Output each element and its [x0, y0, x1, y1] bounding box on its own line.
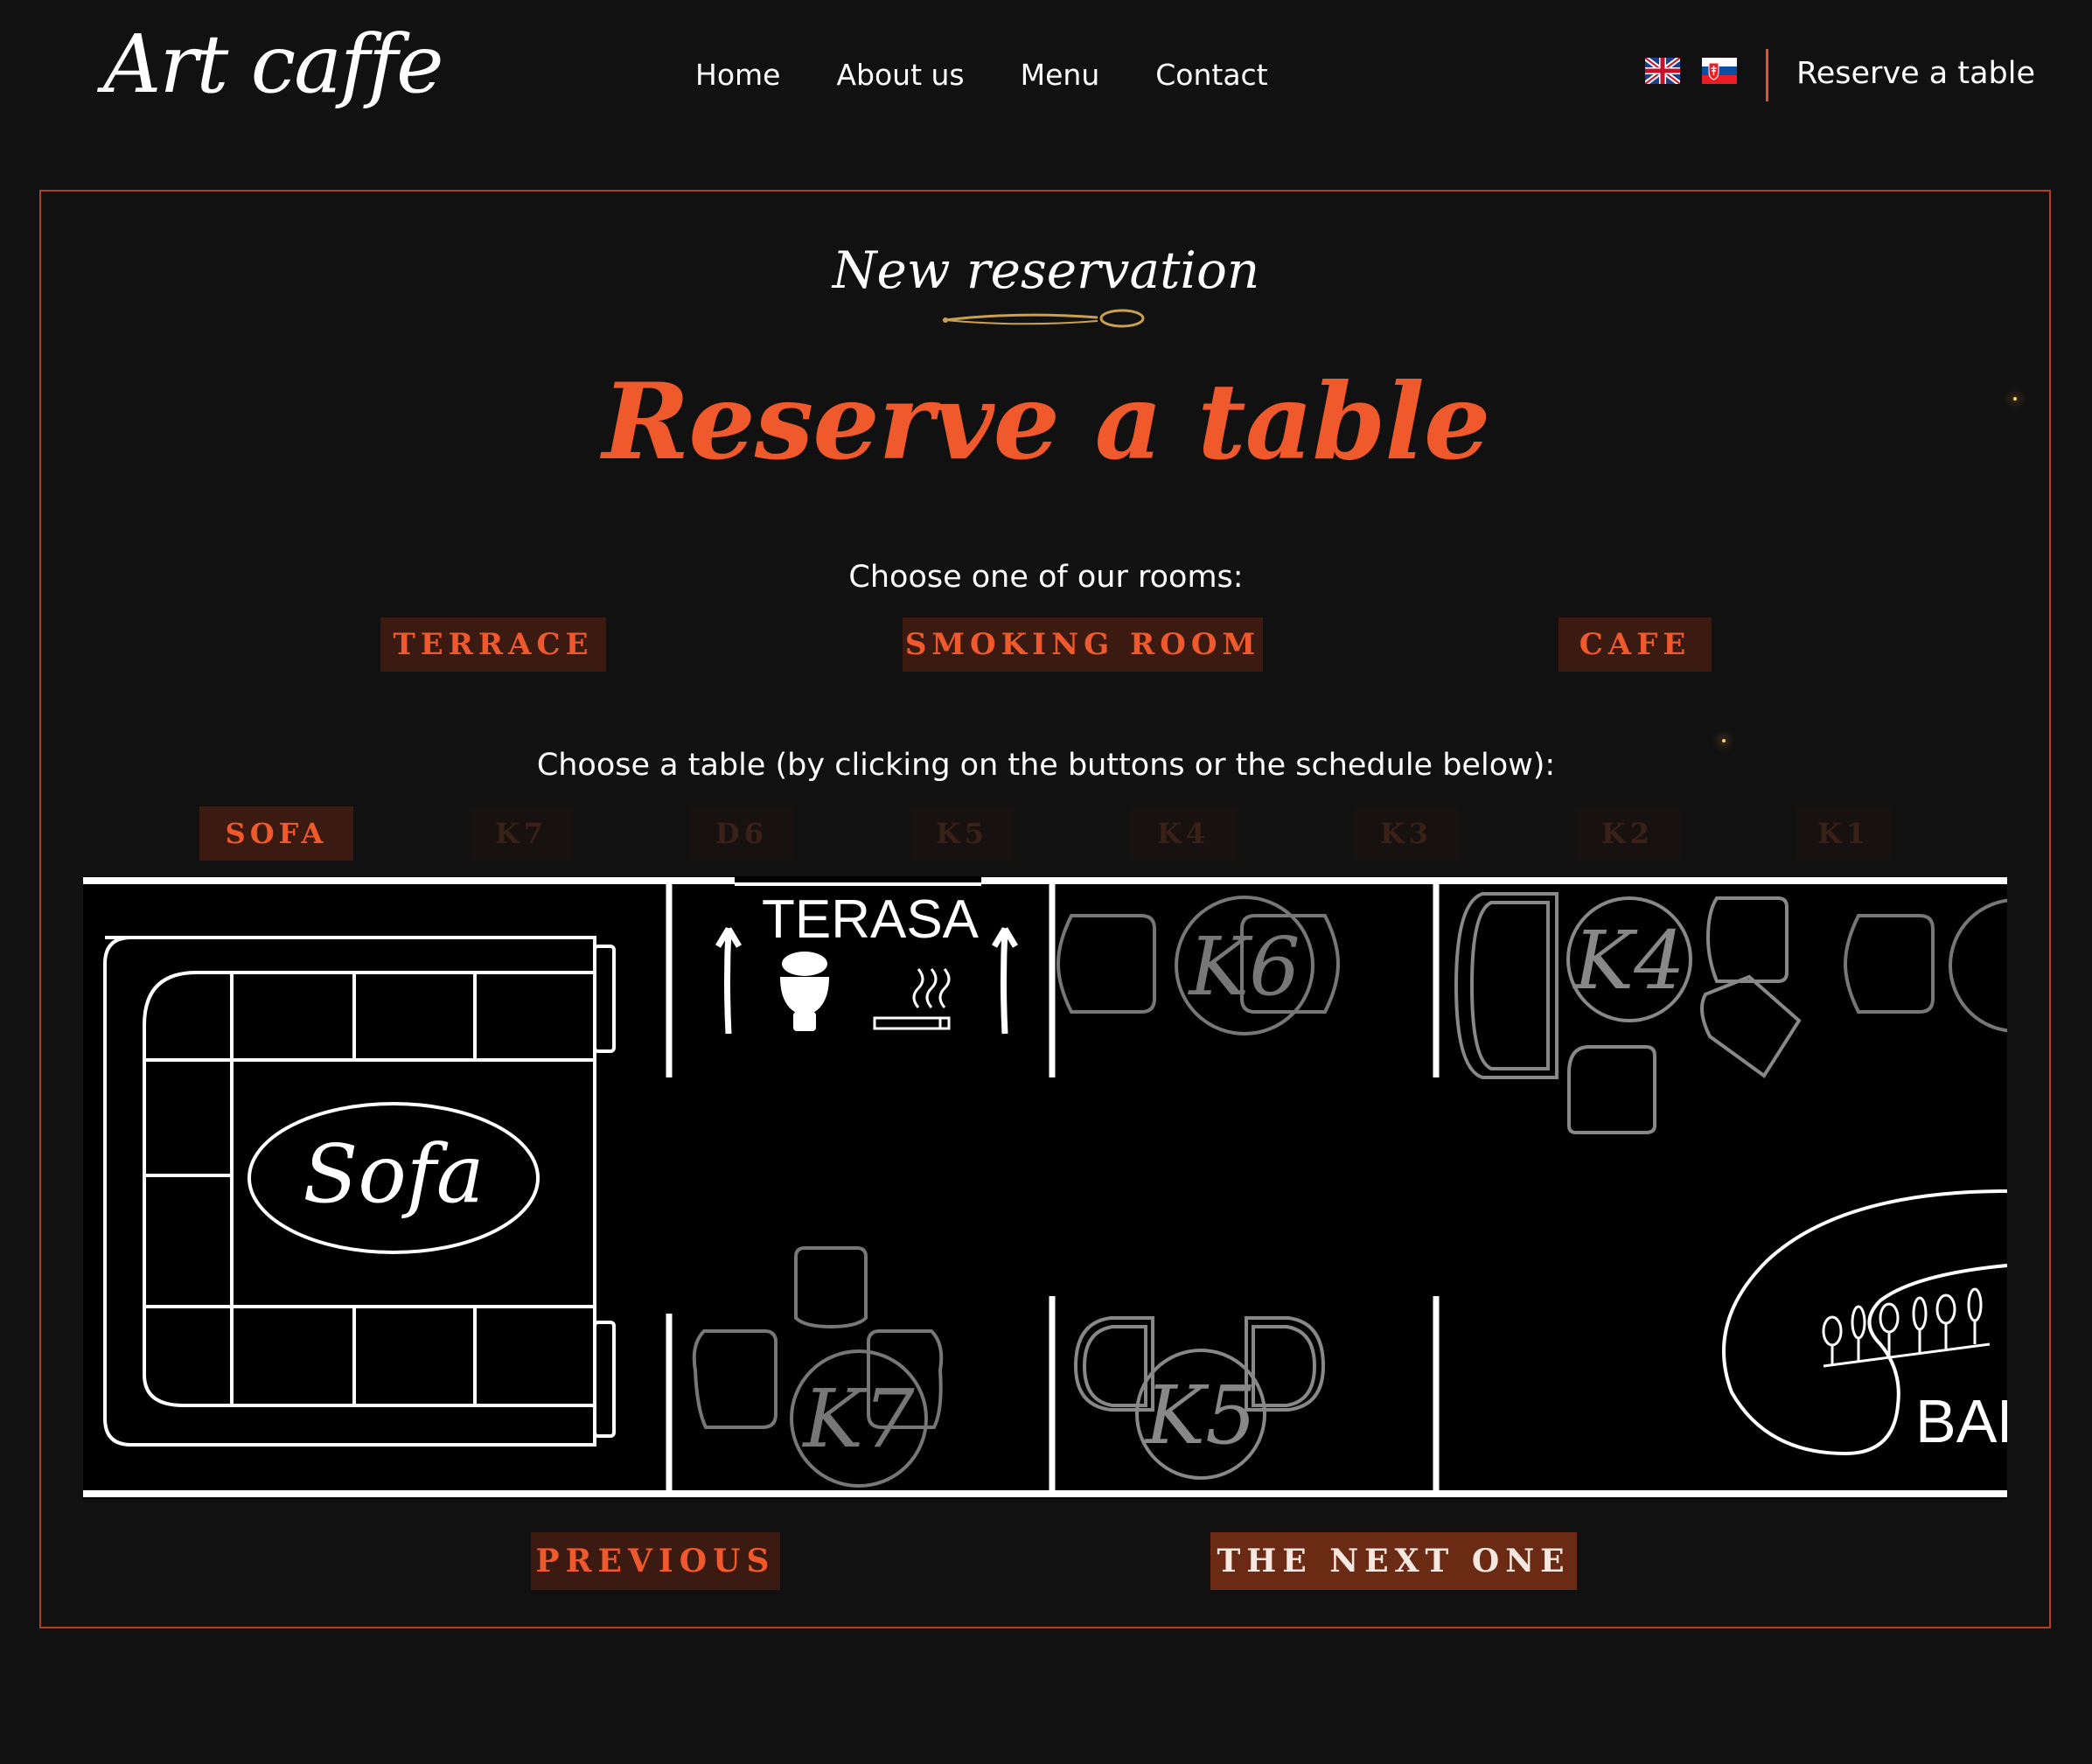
- reserve-table-link[interactable]: Reserve a table: [1796, 56, 2035, 91]
- table-k5-button[interactable]: K5: [910, 806, 1014, 861]
- page-title: Reserve a table: [602, 360, 1491, 484]
- table-k3-button[interactable]: K3: [1353, 806, 1460, 861]
- arrow-up-icon-2: [991, 927, 1019, 1035]
- arrow-up-icon: [715, 927, 743, 1035]
- sparkle-dot: [2013, 397, 2017, 401]
- terrace-label: TERASA: [762, 889, 980, 950]
- main-nav: Home About us Menu Contact: [695, 58, 1268, 92]
- previous-button[interactable]: PREVIOUS: [531, 1532, 780, 1590]
- nav-home[interactable]: Home: [695, 58, 780, 92]
- logo[interactable]: Art caffe: [103, 17, 444, 111]
- tables-prompt: Choose a table (by clicking on the butto…: [536, 748, 1556, 783]
- beer-taps-icon: [1822, 1287, 1991, 1368]
- table-d6-button[interactable]: D6: [689, 806, 794, 861]
- room-smoking-button[interactable]: SMOKING ROOM: [903, 617, 1263, 672]
- table-k2-button[interactable]: K2: [1575, 806, 1680, 861]
- smoking-icon: [873, 968, 951, 1030]
- table-k7-label: K7: [801, 1372, 915, 1466]
- floor-plan[interactable]: Sofa TERASA K7 K5 K6 K4 BA: [83, 876, 2007, 1499]
- logo-text: Art caffe: [103, 17, 444, 111]
- table-k3: [1843, 898, 2007, 1033]
- nav-contact[interactable]: Contact: [1155, 58, 1267, 92]
- next-button[interactable]: THE NEXT ONE: [1210, 1532, 1577, 1590]
- floor-plan-drawing: Sofa TERASA K7 K5 K6 K4 BA: [83, 877, 2007, 1497]
- table-k6-label: K6: [1187, 920, 1300, 1014]
- room-cafe-button[interactable]: CAFE: [1559, 617, 1712, 672]
- sparkle-dot-2: [1722, 739, 1726, 743]
- room-terrace-button[interactable]: TERRACE: [380, 617, 606, 672]
- site-header: Art caffe Home About us Menu Contact Res…: [0, 0, 2092, 157]
- table-k1-button[interactable]: K1: [1796, 806, 1892, 861]
- spoon-divider-icon: [943, 309, 1145, 328]
- header-divider: [1766, 49, 1768, 101]
- nav-about-us[interactable]: About us: [836, 58, 964, 92]
- section-subtitle: New reservation: [832, 241, 1260, 300]
- table-k7-button[interactable]: K7: [470, 806, 573, 861]
- bar-label: BAR: [1915, 1387, 2007, 1455]
- uk-flag-icon[interactable]: [1645, 58, 1680, 84]
- table-k4-label: K4: [1572, 914, 1684, 1008]
- rooms-prompt: Choose one of our rooms:: [848, 560, 1244, 595]
- toilet-icon: [780, 952, 829, 1031]
- nav-menu[interactable]: Menu: [1021, 58, 1100, 92]
- table-k4-button[interactable]: K4: [1129, 806, 1238, 861]
- sofa-label: Sofa: [303, 1127, 484, 1221]
- table-k5-label: K5: [1143, 1369, 1256, 1462]
- table-sofa-button[interactable]: SOFA: [199, 806, 353, 861]
- slovak-flag-icon[interactable]: [1702, 58, 1737, 84]
